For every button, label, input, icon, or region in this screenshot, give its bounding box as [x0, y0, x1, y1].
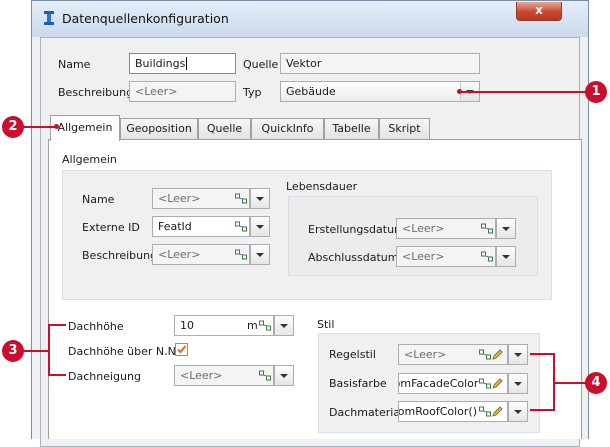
callout-4-line-bottom: [530, 409, 555, 411]
link-icon[interactable]: [235, 249, 247, 260]
dachmaterial-dropdown-button[interactable]: [508, 401, 528, 422]
basisfarbe-field[interactable]: domFacadeColor(): [398, 373, 508, 394]
callout-2-dot: [54, 124, 59, 129]
name-field-label: Name: [82, 193, 115, 206]
tab-allgemein[interactable]: Allgemein: [50, 115, 120, 141]
pencil-icon[interactable]: [492, 378, 503, 389]
close-button[interactable]: x: [516, 2, 562, 21]
erstellungsdatum-field[interactable]: <Leer>: [396, 218, 496, 239]
dachmaterial-label: Dachmaterial: [329, 406, 404, 419]
pencil-icon[interactable]: [492, 406, 503, 417]
name-label: Name: [58, 58, 91, 71]
pencil-icon[interactable]: [492, 349, 503, 360]
section-title-allgemein: Allgemein: [62, 153, 117, 166]
regelstil-dropdown-button[interactable]: [508, 344, 528, 365]
dachhoehe-nn-checkbox[interactable]: [175, 343, 188, 356]
dachneigung-label: Dachneigung: [68, 370, 141, 383]
beschreibung-field-label: Beschreibung: [82, 249, 158, 262]
callout-3-line-top: [48, 324, 66, 326]
name-field[interactable]: <Leer>: [152, 188, 250, 209]
regelstil-label: Regelstil: [329, 348, 376, 361]
beschreibung-label: Beschreibung: [58, 86, 134, 99]
dachhoehe-label: Dachhöhe: [68, 320, 124, 333]
dachneigung-dropdown-button[interactable]: [274, 365, 294, 386]
typ-label: Typ: [243, 86, 262, 99]
dachneigung-field[interactable]: <Leer>: [174, 365, 274, 386]
quelle-label: Quelle: [243, 58, 279, 71]
callout-1: 1: [585, 81, 607, 103]
quelle-value: Vektor: [286, 57, 322, 70]
callout-3-line-bottom: [48, 374, 66, 376]
abschlussdatum-field[interactable]: <Leer>: [396, 246, 496, 267]
name-dropdown-button[interactable]: [250, 188, 270, 209]
quelle-field: Vektor: [280, 53, 480, 74]
abschlussdatum-label: Abschlussdatum: [308, 251, 399, 264]
externe-id-label: Externe ID: [82, 221, 140, 234]
stil-title: Stil: [317, 318, 335, 331]
dachhoehe-unit: m: [247, 319, 258, 332]
link-icon[interactable]: [479, 378, 491, 389]
tab-geoposition[interactable]: Geoposition: [120, 118, 198, 139]
name-input[interactable]: Buildings: [129, 53, 236, 74]
link-icon[interactable]: [259, 370, 271, 381]
callout-4-line: [553, 382, 587, 384]
tab-quelle[interactable]: Quelle: [198, 118, 251, 139]
typ-select[interactable]: Gebäude: [280, 81, 480, 102]
beschreibung-field[interactable]: <Leer>: [152, 244, 250, 265]
window-title: Datenquellenkonfiguration: [62, 11, 229, 26]
beschreibung-placeholder: <Leer>: [135, 85, 178, 98]
tab-tabelle[interactable]: Tabelle: [324, 118, 379, 139]
link-icon[interactable]: [259, 320, 271, 331]
link-icon[interactable]: [235, 193, 247, 204]
title-bar[interactable]: Datenquellenkonfiguration x: [32, 1, 588, 37]
link-icon[interactable]: [479, 349, 491, 360]
basisfarbe-label: Basisfarbe: [329, 377, 387, 390]
link-icon[interactable]: [235, 221, 247, 232]
basisfarbe-value: domFacadeColor(): [399, 377, 487, 390]
callout-3-line: [22, 350, 48, 352]
dachhoehe-dropdown-button[interactable]: [274, 315, 294, 336]
tab-skript[interactable]: Skript: [379, 118, 430, 139]
erstellungsdatum-label: Erstellungsdatum: [308, 223, 405, 236]
link-icon[interactable]: [479, 406, 491, 417]
app-icon: [44, 11, 54, 25]
erstellungsdatum-dropdown-button[interactable]: [496, 218, 516, 239]
checkmark-icon: [177, 345, 187, 354]
close-icon: x: [535, 3, 543, 17]
externe-id-dropdown-button[interactable]: [250, 216, 270, 237]
link-icon[interactable]: [481, 251, 493, 262]
beschreibung-dropdown-button[interactable]: [250, 244, 270, 265]
callout-2-line: [22, 126, 56, 128]
callout-4-line-top: [530, 353, 555, 355]
dachmaterial-field[interactable]: domRoofColor(): [398, 401, 508, 422]
dachhoehe-nn-label: Dachhöhe über N.N.: [68, 345, 180, 358]
callout-1-line: [459, 91, 587, 93]
regelstil-field[interactable]: <Leer>: [398, 344, 508, 365]
callout-4: 4: [585, 372, 607, 394]
beschreibung-input[interactable]: <Leer>: [129, 81, 236, 102]
name-input-value: Buildings: [135, 57, 186, 70]
callout-3-bracket: [48, 324, 50, 376]
callout-2: 2: [2, 116, 24, 138]
abschlussdatum-dropdown-button[interactable]: [496, 246, 516, 267]
callout-3: 3: [2, 340, 24, 362]
tab-quickinfo[interactable]: QuickInfo: [251, 118, 324, 139]
dachhoehe-field[interactable]: 10 m: [174, 315, 274, 336]
dachmaterial-value: domRoofColor(): [398, 405, 477, 418]
lebensdauer-title: Lebensdauer: [286, 180, 358, 193]
link-icon[interactable]: [481, 223, 493, 234]
typ-value: Gebäude: [286, 85, 336, 98]
externe-id-field[interactable]: FeatId: [152, 216, 250, 237]
basisfarbe-dropdown-button[interactable]: [508, 373, 528, 394]
